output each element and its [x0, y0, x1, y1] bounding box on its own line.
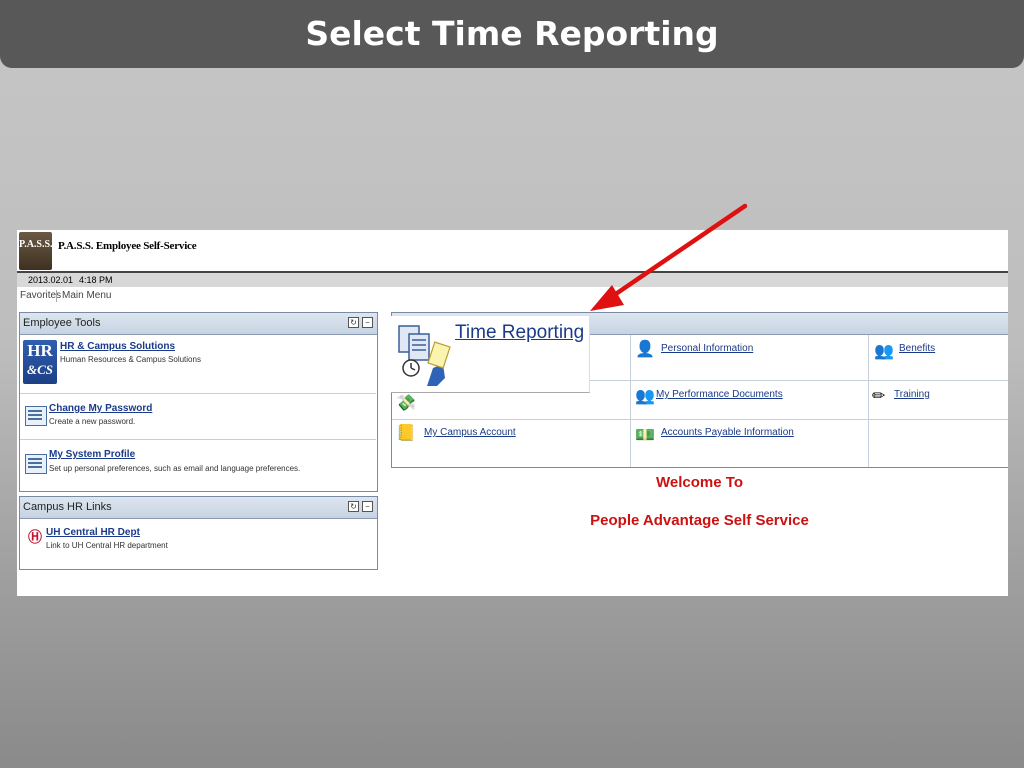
welcome-line-2: People Advantage Self Service: [590, 512, 809, 529]
refresh-icon[interactable]: ↻: [348, 501, 359, 512]
date-bar: 2013.02.01 4:18 PM: [17, 271, 1008, 287]
app-title: P.A.S.S. Employee Self-Service: [58, 240, 197, 252]
payroll-icon: 💸: [396, 395, 416, 412]
system-profile-desc: Set up personal preferences, such as ema…: [49, 464, 301, 473]
campus-hr-links-pagelet: Campus HR Links ↻ − Ⓗ UH Central HR Dept…: [19, 496, 378, 570]
change-password-desc: Create a new password.: [49, 417, 136, 426]
menu-bar: Favorites Main Menu: [17, 287, 1008, 305]
tool-item-change-password: Change My Password Create a new password…: [20, 394, 376, 440]
screenshot-frame: P.A.S.S. P.A.S.S. Employee Self-Service …: [17, 230, 1008, 596]
pagelet-buttons: ↻ −: [348, 501, 373, 512]
time-reporting-tile[interactable]: Time Reporting: [391, 316, 590, 393]
employee-tools-pagelet: Employee Tools ↻ − HR &CS HR & Campus So…: [19, 312, 378, 492]
nav-benefits[interactable]: Benefits: [899, 343, 935, 354]
menu-separator: [56, 290, 57, 302]
minimize-icon[interactable]: −: [362, 317, 373, 328]
nav-grid-line: [630, 335, 631, 467]
refresh-icon[interactable]: ↻: [348, 317, 359, 328]
minimize-icon[interactable]: −: [362, 501, 373, 512]
nav-grid-line: [392, 419, 1008, 420]
people-icon: 👥: [635, 388, 655, 405]
campus-hr-links-header: Campus HR Links ↻ −: [20, 497, 377, 519]
pagelet-buttons: ↻ −: [348, 317, 373, 328]
tool-item-hr-cs: HR &CS HR & Campus Solutions Human Resou…: [20, 335, 376, 394]
system-profile-link[interactable]: My System Profile: [49, 449, 135, 460]
document-icon: [25, 454, 47, 474]
pencil-icon: ✏: [872, 388, 886, 405]
nav-my-performance-documents[interactable]: My Performance Documents: [656, 389, 783, 400]
timesheet-icon: [398, 325, 451, 386]
main-menu[interactable]: Main Menu: [62, 287, 111, 305]
person-icon: 👤: [635, 341, 655, 358]
pass-logo: P.A.S.S.: [19, 232, 53, 270]
people-icon: 👥: [874, 343, 894, 360]
nav-grid-line: [868, 335, 869, 467]
nav-my-campus-account[interactable]: My Campus Account: [424, 427, 516, 438]
slide-title: Select Time Reporting: [305, 13, 719, 53]
hr-cs-icon[interactable]: HR &CS: [23, 340, 57, 384]
document-icon: [25, 406, 47, 426]
hr-campus-solutions-desc: Human Resources & Campus Solutions: [60, 355, 201, 364]
change-password-link[interactable]: Change My Password: [49, 403, 152, 414]
book-icon: 📒: [396, 425, 416, 442]
time-reporting-link[interactable]: Time Reporting: [455, 322, 584, 344]
nav-accounts-payable[interactable]: Accounts Payable Information: [661, 427, 794, 438]
uh-logo-icon: Ⓗ: [28, 531, 42, 546]
campus-hr-links-title: Campus HR Links: [23, 501, 112, 513]
time-text: 4:18 PM: [79, 275, 113, 285]
money-icon: 💵: [635, 427, 655, 444]
nav-training[interactable]: Training: [894, 389, 930, 400]
nav-personal-information[interactable]: Personal Information: [661, 343, 753, 354]
app-header: P.A.S.S. P.A.S.S. Employee Self-Service: [17, 230, 1008, 272]
tool-item-system-profile: My System Profile Set up personal prefer…: [20, 440, 376, 490]
uh-central-hr-desc: Link to UH Central HR department: [46, 541, 168, 550]
employee-tools-header: Employee Tools ↻ −: [20, 313, 377, 335]
uh-central-hr-link[interactable]: UH Central HR Dept: [46, 527, 140, 538]
favorites-menu[interactable]: Favorites: [20, 287, 61, 305]
date-text: 2013.02.01: [28, 275, 74, 285]
slide-title-bar: Select Time Reporting: [0, 0, 1024, 68]
employee-tools-title: Employee Tools: [23, 317, 101, 329]
welcome-line-1: Welcome To: [656, 474, 743, 491]
hr-campus-solutions-link[interactable]: HR & Campus Solutions: [60, 341, 175, 352]
